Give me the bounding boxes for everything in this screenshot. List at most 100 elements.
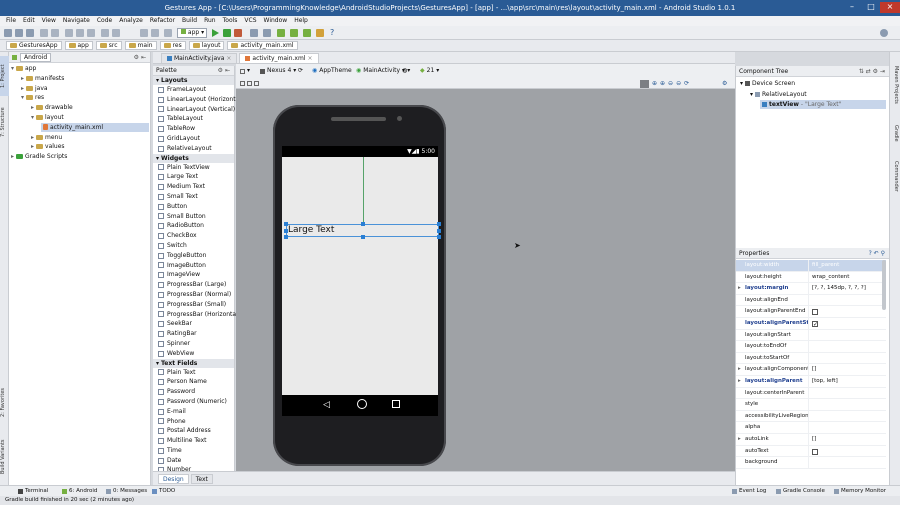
properties-scrollbar[interactable] (882, 260, 886, 310)
tree-node[interactable]: ▸ manifests (21, 74, 64, 83)
monitor-icon[interactable] (303, 29, 311, 37)
property-row[interactable]: accessibilityLiveRegion (736, 410, 886, 423)
palette-item[interactable]: LinearLayout (Vertical) (153, 105, 235, 115)
tree-node[interactable]: ▸ menu (31, 133, 62, 142)
component-tree-item[interactable]: textView - "Large Text" (760, 100, 886, 109)
properties-tools-icon[interactable]: ? ↶ ⚲ (869, 248, 885, 259)
palette-item[interactable]: Medium Text (153, 182, 234, 192)
component-tree-settings-icon[interactable]: ⇅ ⇄ ⚙ ⇥ (859, 66, 885, 77)
gradle-console-tab[interactable]: Gradle Console (776, 487, 825, 496)
tree-expander-icon[interactable]: ▾ (11, 64, 14, 73)
palette-item[interactable]: ProgressBar (Horizontal) (153, 310, 240, 320)
tree-node[interactable]: ▸ java (21, 84, 48, 93)
palette-item[interactable]: TableLayout (153, 114, 234, 124)
palette-item[interactable]: ProgressBar (Small) (153, 300, 234, 310)
run-icon[interactable] (212, 29, 219, 37)
palette-item[interactable]: GridLayout (153, 134, 234, 144)
property-value[interactable] (808, 306, 886, 317)
property-row[interactable]: ▸ layout:margin [?, ?, 145dp, ?, ?, ?] (736, 283, 886, 295)
tree-node[interactable]: ▾ layout (31, 113, 64, 122)
collapse-icon[interactable]: ▾ (156, 359, 159, 368)
commander-tool-tab[interactable]: Commander (890, 156, 899, 196)
locale-icon[interactable]: ◍▾ (402, 66, 410, 76)
save-icon[interactable] (15, 29, 23, 37)
menu-refactor[interactable]: Refactor (150, 16, 175, 26)
property-row[interactable]: layout:toEndOf (736, 341, 886, 353)
property-row[interactable]: layout:width fill_parent (736, 260, 886, 272)
menu-view[interactable]: View (42, 16, 56, 26)
menu-run[interactable]: Run (204, 16, 216, 26)
terminal-tab[interactable]: Terminal (18, 487, 48, 496)
orientation-icon[interactable]: ⟳ (298, 66, 303, 76)
event-log-tab[interactable]: Event Log (732, 487, 766, 496)
palette-item[interactable]: RatingBar (153, 329, 234, 339)
zoom-fit-icon[interactable] (640, 80, 649, 88)
close-tab-icon[interactable]: × (308, 54, 313, 64)
menu-navigate[interactable]: Navigate (63, 16, 90, 26)
palette-group[interactable]: ▾ Layouts (153, 76, 234, 85)
attach-debugger-icon[interactable] (250, 29, 258, 37)
api-select[interactable]: ◆ 21 ▾ (420, 66, 439, 76)
replace-icon[interactable] (112, 29, 120, 37)
property-value[interactable]: ✓ (808, 318, 886, 329)
property-row[interactable]: layout:centerInParent (736, 387, 886, 400)
help-icon[interactable]: ? (330, 28, 334, 37)
tree-expander-icon[interactable]: ▾ (21, 93, 24, 102)
breadcrumb-item[interactable]: src (95, 41, 122, 50)
paste-icon[interactable] (87, 29, 95, 37)
close-icon[interactable]: × (880, 2, 900, 13)
property-row[interactable]: alpha (736, 422, 886, 434)
property-row[interactable]: ▸ layout:alignComponent[] (736, 364, 886, 376)
tree-node[interactable]: ▾ res (21, 93, 44, 102)
sync-icon[interactable] (26, 29, 34, 37)
device-select[interactable]: Nexus 4 ▾ (260, 66, 296, 76)
palette-group[interactable]: ▾ Widgets (153, 153, 234, 163)
resize-handle[interactable] (284, 235, 288, 239)
cut-icon[interactable] (65, 29, 73, 37)
todo-tab[interactable]: TODO (152, 487, 175, 496)
menu-window[interactable]: Window (264, 16, 288, 26)
palette-item[interactable]: ToggleButton (153, 251, 234, 261)
property-value[interactable] (808, 410, 886, 422)
palette-item[interactable]: CheckBox (153, 231, 234, 241)
property-value[interactable] (808, 457, 886, 468)
palette-item[interactable]: Postal Address (153, 426, 234, 436)
property-value[interactable]: fill_parent (808, 260, 886, 271)
menu-tools[interactable]: Tools (223, 16, 238, 26)
layout-variants-icon[interactable]: ▾ (240, 66, 250, 76)
tree-file[interactable]: activity_main.xml (41, 122, 149, 132)
property-value[interactable] (808, 352, 886, 364)
forward-icon[interactable] (151, 29, 159, 37)
project-tool-tab[interactable]: 1: Project (0, 56, 9, 96)
property-row[interactable]: layout:alignParentStart ✓ (736, 318, 886, 330)
gradle-tool-tab[interactable]: Gradle (890, 118, 899, 148)
search-everywhere-icon[interactable] (880, 29, 888, 37)
favorites-tool-tab[interactable]: 2: Favorites (0, 382, 9, 422)
tree-node[interactable]: ▸ values (31, 142, 65, 151)
android-tab[interactable]: 6: Android (62, 487, 97, 496)
property-row[interactable]: layout:toStartOf (736, 352, 886, 365)
palette-item[interactable]: Plain TextView (153, 163, 234, 173)
property-row[interactable]: autoText (736, 445, 886, 458)
palette-item[interactable]: Spinner (153, 339, 234, 349)
activity-select[interactable]: ◉ MainActivity ▾ (356, 66, 405, 76)
palette-item[interactable]: Date (153, 456, 234, 466)
property-row[interactable]: layout:alignParentEnd (736, 306, 886, 318)
resize-handle[interactable] (437, 222, 441, 226)
tree-node[interactable]: ▸ Gradle Scripts (11, 152, 67, 161)
editor-tab[interactable]: activity_main.xml × (239, 53, 319, 64)
project-structure-icon[interactable] (263, 29, 271, 37)
maven-tool-tab[interactable]: Maven Projects (890, 60, 899, 110)
property-value[interactable]: [top, left] (808, 376, 886, 387)
tree-expander-icon[interactable]: ▸ (21, 74, 24, 83)
panel-settings-icon[interactable]: ⚙ ⇤ (134, 54, 146, 61)
breadcrumb-item[interactable]: main (124, 41, 157, 50)
breadcrumb-item[interactable]: app (64, 41, 93, 50)
undo-icon[interactable] (40, 29, 48, 37)
tree-node[interactable]: ▸ drawable (31, 103, 73, 112)
project-view-select[interactable]: Android (20, 52, 52, 62)
palette-item[interactable]: ImageButton (153, 261, 234, 271)
palette-item[interactable]: LinearLayout (Horizontal) (153, 95, 243, 105)
palette-item[interactable]: Multiline Text (153, 436, 234, 446)
tab-design[interactable]: Design (158, 474, 189, 484)
